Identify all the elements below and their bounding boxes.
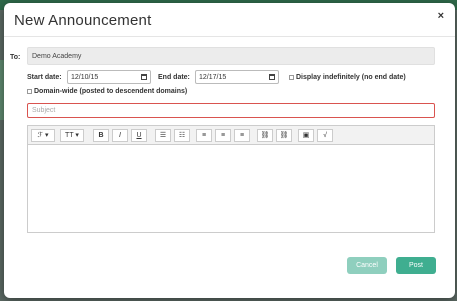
align-left-icon: ≡ <box>201 132 207 139</box>
font-size-dropdown[interactable]: TT ▾ <box>60 129 84 142</box>
align-right-button[interactable]: ≡ <box>234 129 250 142</box>
italic-button[interactable]: I <box>112 129 128 142</box>
rich-text-editor: ℱ ▾ TT ▾ B I U ☰ ☷ ≡ ≡ ≡ ⛓ ⛓ ▣ √ <box>27 125 435 233</box>
bold-icon: B <box>98 132 104 139</box>
align-center-button[interactable]: ≡ <box>215 129 231 142</box>
cancel-button[interactable]: Cancel <box>347 257 387 274</box>
align-right-icon: ≡ <box>239 132 245 139</box>
image-icon: ▣ <box>302 132 310 139</box>
editor-toolbar: ℱ ▾ TT ▾ B I U ☰ ☷ ≡ ≡ ≡ ⛓ ⛓ ▣ √ <box>28 126 434 145</box>
start-date-input[interactable]: 12/10/15 <box>67 70 151 84</box>
underline-button[interactable]: U <box>131 129 147 142</box>
font-size-icon: TT ▾ <box>65 132 79 139</box>
equation-icon: √ <box>323 132 327 139</box>
bold-button[interactable]: B <box>93 129 109 142</box>
editor-body[interactable] <box>28 145 434 232</box>
post-button[interactable]: Post <box>396 257 436 274</box>
calendar-icon[interactable] <box>269 74 275 80</box>
font-family-dropdown[interactable]: ℱ ▾ <box>31 129 55 142</box>
start-date-label: Start date: <box>27 74 62 81</box>
end-date-value: 12/17/15 <box>199 74 227 81</box>
modal-header: New Announcement × <box>4 3 455 37</box>
modal-title: New Announcement <box>14 12 152 29</box>
remove-link-button[interactable]: ⛓ <box>276 129 292 142</box>
align-left-button[interactable]: ≡ <box>196 129 212 142</box>
font-icon: ℱ ▾ <box>37 132 49 139</box>
end-date-label: End date: <box>158 74 190 81</box>
insert-equation-button[interactable]: √ <box>317 129 333 142</box>
close-icon[interactable]: × <box>438 10 444 22</box>
indefinite-label: Display indefinitely (no end date) <box>296 74 406 81</box>
domain-wide-label: Domain-wide (posted to descendent domain… <box>34 88 188 95</box>
link-icon: ⛓ <box>260 132 270 139</box>
calendar-icon[interactable] <box>141 74 147 80</box>
bulleted-list-button[interactable]: ☰ <box>155 129 171 142</box>
align-center-icon: ≡ <box>220 132 226 139</box>
bullet-list-icon: ☰ <box>159 132 167 139</box>
italic-icon: I <box>119 132 121 139</box>
indefinite-checkbox[interactable] <box>289 75 294 80</box>
end-date-input[interactable]: 12/17/15 <box>195 70 279 84</box>
insert-image-button[interactable]: ▣ <box>298 129 314 142</box>
subject-input[interactable]: Subject <box>27 103 435 118</box>
to-label: To: <box>10 54 21 61</box>
insert-link-button[interactable]: ⛓ <box>257 129 273 142</box>
underline-icon: U <box>136 132 142 139</box>
numbered-list-button[interactable]: ☷ <box>174 129 190 142</box>
start-date-value: 12/10/15 <box>71 74 99 81</box>
numbered-list-icon: ☷ <box>178 132 186 139</box>
unlink-icon: ⛓ <box>279 132 289 139</box>
to-field: Demo Academy <box>27 47 435 65</box>
domain-wide-checkbox[interactable] <box>27 89 32 94</box>
